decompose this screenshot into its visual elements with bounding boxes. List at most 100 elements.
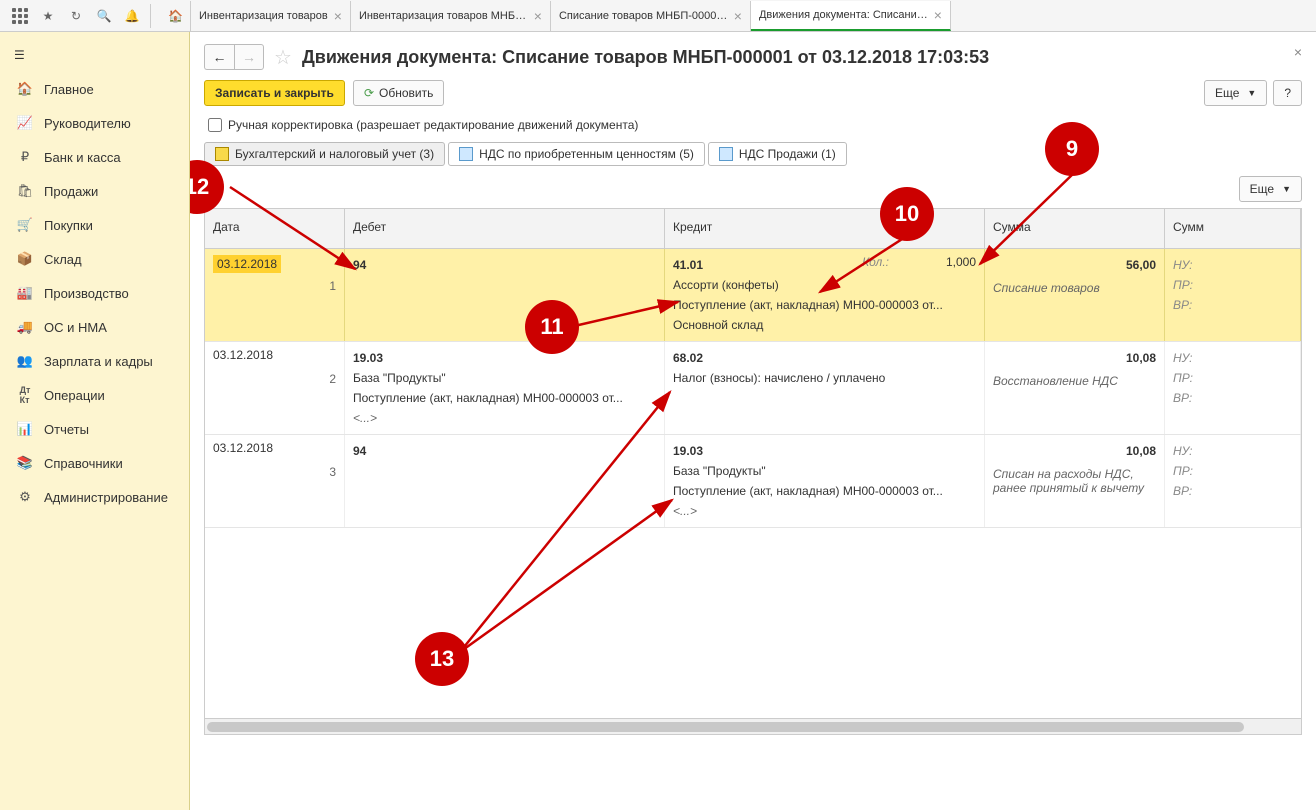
credit-detail: Поступление (акт, накладная) МН00-000003… [673, 295, 976, 315]
flag: ПР: [1173, 368, 1292, 388]
save-close-button[interactable]: Записать и закрыть [204, 80, 345, 106]
refresh-icon: ⟳ [364, 86, 374, 100]
close-icon[interactable]: × [334, 8, 342, 24]
col-date[interactable]: Дата [205, 209, 345, 248]
cart-icon: 🛒 [14, 216, 36, 234]
close-icon[interactable]: × [734, 8, 742, 24]
sidebar-item-label: Продажи [44, 184, 98, 199]
flag: НУ: [1173, 255, 1292, 275]
tab-nds-incoming[interactable]: НДС по приобретенным ценностям (5) [448, 142, 705, 166]
refresh-button[interactable]: ⟳ Обновить [353, 80, 444, 106]
history-icon[interactable]: ↻ [62, 2, 90, 30]
sidebar-item-label: Руководителю [44, 116, 131, 131]
grid-header: Дата Дебет Кредит Сумма Сумм [205, 209, 1301, 249]
movements-grid: Дата Дебет Кредит Сумма Сумм 03.12.20181… [204, 208, 1302, 735]
row-num: 3 [329, 465, 336, 479]
row-num: 2 [329, 372, 336, 386]
sum-descr: Восстановление НДС [993, 368, 1156, 388]
cell-date: 03.12.2018 [213, 348, 273, 362]
book-icon: 📚 [14, 454, 36, 472]
tab-home[interactable]: 🏠 [161, 1, 191, 31]
tab-item[interactable]: Движения документа: Списание товаров...× [751, 1, 951, 31]
favorite-icon[interactable]: ☆ [274, 45, 292, 70]
manual-adjust-checkbox[interactable] [208, 118, 222, 132]
tab-label: Инвентаризация товаров [199, 10, 328, 22]
sidebar-item-admin[interactable]: ⚙Администрирование [0, 480, 189, 514]
grid-more-button[interactable]: Еще ▼ [1239, 176, 1302, 202]
nav-back-button[interactable]: ← [204, 44, 234, 70]
ruble-icon: ₽ [14, 148, 36, 166]
flag: ВР: [1173, 481, 1292, 501]
credit-detail: Основной склад [673, 315, 976, 335]
debit-detail: Поступление (акт, накладная) МН00-000003… [353, 388, 656, 408]
truck-icon: 🚚 [14, 318, 36, 336]
sidebar-item-catalogs[interactable]: 📚Справочники [0, 446, 189, 480]
button-label: Еще [1250, 182, 1274, 196]
sidebar-item-bank[interactable]: ₽ Банк и касса [0, 140, 189, 174]
table-row[interactable]: 03.12.20181 94 Кол.: 1,000 41.01 Ассорти… [205, 249, 1301, 342]
close-icon[interactable]: × [534, 8, 542, 24]
col-sum2[interactable]: Сумм [1165, 209, 1301, 248]
dtct-icon: ДтКт [14, 386, 36, 404]
tab-accounting[interactable]: Бухгалтерский и налоговый учет (3) [204, 142, 445, 166]
checkbox-label: Ручная корректировка (разрешает редактир… [228, 118, 638, 132]
tab-item[interactable]: Инвентаризация товаров МНБП-000002 о...× [351, 1, 551, 31]
sidebar-item-sales[interactable]: 🛍Продажи [0, 174, 189, 208]
flag: ВР: [1173, 295, 1292, 315]
bell-icon[interactable]: 🔔 [118, 2, 146, 30]
home-icon: 🏠 [14, 80, 36, 98]
col-credit[interactable]: Кредит [665, 209, 985, 248]
sidebar-item-main[interactable]: 🏠Главное [0, 72, 189, 106]
bars-icon: 📊 [14, 420, 36, 438]
tab-icon [459, 147, 473, 161]
sidebar-item-label: Склад [44, 252, 82, 267]
more-button[interactable]: Еще▼ [1204, 80, 1267, 106]
sidebar-item-production[interactable]: 🏭Производство [0, 276, 189, 310]
sum-descr: Списан на расходы НДС, ранее принятый к … [993, 461, 1156, 495]
button-label: Обновить [379, 86, 433, 100]
tab-nds-sales[interactable]: НДС Продажи (1) [708, 142, 847, 166]
apps-icon[interactable] [6, 2, 34, 30]
close-icon[interactable]: × [934, 7, 942, 23]
sidebar-item-salary[interactable]: 👥Зарплата и кадры [0, 344, 189, 378]
col-sum[interactable]: Сумма [985, 209, 1165, 248]
qty-label: Кол.: [862, 255, 889, 269]
nav-forward-button[interactable]: → [234, 44, 264, 70]
row-num: 1 [329, 279, 336, 293]
help-button[interactable]: ? [1273, 80, 1302, 106]
window-tabs: 🏠 Инвентаризация товаров × Инвентаризация… [161, 1, 1310, 31]
sidebar-item-assets[interactable]: 🚚ОС и НМА [0, 310, 189, 344]
menu-icon[interactable]: ☰ [0, 38, 189, 72]
credit-detail: <...> [673, 501, 976, 521]
factory-icon: 🏭 [14, 284, 36, 302]
col-debit[interactable]: Дебет [345, 209, 665, 248]
sidebar-item-reports[interactable]: 📊 Отчеты [0, 412, 189, 446]
sidebar-item-purchases[interactable]: 🛒 Покупки [0, 208, 189, 242]
search-icon[interactable]: 🔍 [90, 2, 118, 30]
debit-account: 94 [353, 441, 656, 461]
credit-detail: Налог (взносы): начислено / уплачено [673, 368, 976, 388]
sidebar-item-label: Покупки [44, 218, 93, 233]
tab-item[interactable]: Списание товаров МНБП-000001 от 03.1... × [551, 1, 751, 31]
close-page-button[interactable]: × [1294, 44, 1302, 60]
flag: ПР: [1173, 461, 1292, 481]
sidebar-item-manager[interactable]: 📈Руководителю [0, 106, 189, 140]
tab-item[interactable]: Инвентаризация товаров × [191, 1, 351, 31]
sidebar-item-label: Отчеты [44, 422, 89, 437]
sidebar-item-warehouse[interactable]: 📦Склад [0, 242, 189, 276]
tab-icon [719, 147, 733, 161]
table-row[interactable]: 03.12.20182 19.03 База "Продукты" Поступ… [205, 342, 1301, 435]
sidebar: ☰ 🏠Главное 📈Руководителю ₽ Банк и касса 🛍… [0, 32, 190, 810]
credit-account: 19.03 [673, 441, 976, 461]
table-row[interactable]: 03.12.20183 94 19.03 База "Продукты" Пос… [205, 435, 1301, 528]
sum-value: 56,00 [993, 255, 1156, 275]
gear-icon: ⚙ [14, 488, 36, 506]
tab-label: Списание товаров МНБП-000001 от 03.1... [559, 10, 728, 22]
sum-value: 10,08 [993, 348, 1156, 368]
top-toolbar: ★ ↻ 🔍 🔔 🏠 Инвентаризация товаров × Инвент… [0, 0, 1316, 32]
sidebar-item-operations[interactable]: ДтКтОперации [0, 378, 189, 412]
star-icon[interactable]: ★ [34, 2, 62, 30]
chevron-down-icon: ▼ [1282, 184, 1291, 194]
horizontal-scrollbar[interactable] [205, 718, 1301, 734]
sidebar-item-label: Банк и касса [44, 150, 121, 165]
